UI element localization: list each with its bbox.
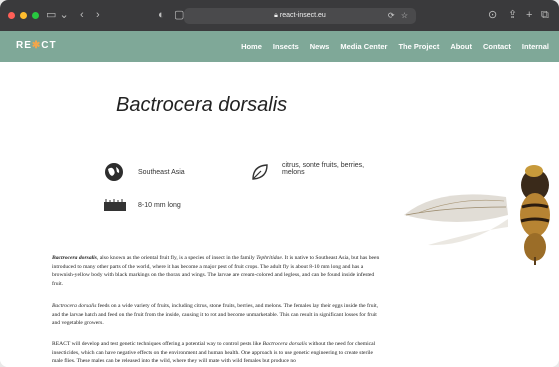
globe-icon	[104, 162, 124, 182]
tab-overview-icon[interactable]: ⧉	[541, 8, 549, 22]
download-icon[interactable]: ⊙	[488, 8, 497, 22]
lock-icon: 🔒︎	[274, 12, 278, 19]
nav-internal[interactable]: Internal	[522, 42, 549, 51]
page-title: Bactrocera dorsalis	[116, 94, 288, 116]
fact-region: Southeast Asia	[104, 162, 185, 182]
logo-text-start: RE	[16, 40, 32, 51]
reload-icon[interactable]: ⟳ ☆	[388, 8, 410, 24]
nav-contact[interactable]: Contact	[483, 42, 511, 51]
react-logo[interactable]: RE✱CT	[16, 40, 57, 51]
leaf-icon	[250, 162, 270, 182]
page-content: Bactrocera dorsalis Southeast Asia citru…	[0, 62, 559, 367]
url-text: react-insect.eu	[279, 12, 326, 19]
paragraph-1: Bactrocera dorsalis, also known as the o…	[52, 254, 382, 288]
share-icon[interactable]: ⇪	[508, 8, 517, 22]
para-1-text: , also known as the oriental fruit fly, …	[96, 255, 257, 261]
family-name: Tephritidae	[256, 255, 282, 261]
browser-window: ▭ ⌄ ‹ › ◐ ▢ 🔒︎ react-insect.eu ⟳ ☆ ⊙ ⇪ + …	[0, 0, 559, 367]
region-text: Southeast Asia	[138, 168, 185, 176]
browser-toolbar: ▭ ⌄ ‹ › ◐ ▢ 🔒︎ react-insect.eu ⟳ ☆ ⊙ ⇪ + …	[0, 0, 559, 31]
tab-icon[interactable]: ▢	[174, 8, 184, 22]
fact-hosts: citrus, sonte fruits, berries, melons	[250, 162, 364, 182]
sidebar-icon[interactable]: ▭ ⌄	[46, 8, 69, 22]
main-nav: Home Insects News Media Center The Proje…	[241, 31, 549, 62]
species-name: Bactrocera dorsalis	[52, 255, 97, 261]
nav-insects[interactable]: Insects	[273, 42, 299, 51]
new-tab-icon[interactable]: +	[526, 8, 532, 22]
logo-text-end: CT	[41, 40, 57, 51]
nav-news[interactable]: News	[310, 42, 330, 51]
back-icon[interactable]: ‹	[80, 8, 84, 22]
fruit-fly-image	[404, 165, 550, 265]
nav-the-project[interactable]: The Project	[398, 42, 439, 51]
url-display: 🔒︎ react-insect.eu	[184, 9, 416, 23]
fact-size: 8-10 mm long	[104, 195, 181, 215]
nav-media-center[interactable]: Media Center	[340, 42, 387, 51]
species-name: Bactrocera dorsalis	[262, 341, 307, 347]
para-3-text: REACT will develop and test genetic tech…	[52, 341, 263, 347]
site-header: RE✱CT Home Insects News Media Center The…	[0, 31, 559, 62]
hosts-line-1: citrus, sonte fruits, berries,	[282, 162, 365, 169]
bee-icon: ✱	[31, 40, 42, 51]
address-bar[interactable]: 🔒︎ react-insect.eu ⟳ ☆	[184, 8, 416, 24]
species-name: Bactrocera dorsalis	[52, 303, 97, 309]
forward-icon[interactable]: ›	[96, 8, 100, 22]
window-controls	[8, 12, 39, 19]
close-window-button[interactable]	[8, 12, 15, 19]
hosts-text: citrus, sonte fruits, berries, melons	[282, 162, 364, 176]
privacy-icon[interactable]: ◐	[158, 8, 165, 22]
paragraph-2: Bactrocera dorsalis feeds on a wide vari…	[52, 302, 382, 328]
nav-about[interactable]: About	[450, 42, 472, 51]
zoom-window-button[interactable]	[32, 12, 39, 19]
paragraph-3: REACT will develop and test genetic tech…	[52, 340, 382, 366]
minimize-window-button[interactable]	[20, 12, 27, 19]
size-text: 8-10 mm long	[138, 201, 181, 209]
para-2-text: feeds on a wide variety of fruits, inclu…	[52, 303, 379, 326]
nav-home[interactable]: Home	[241, 42, 262, 51]
hosts-line-2: melons	[282, 169, 305, 176]
ruler-icon	[104, 195, 126, 215]
